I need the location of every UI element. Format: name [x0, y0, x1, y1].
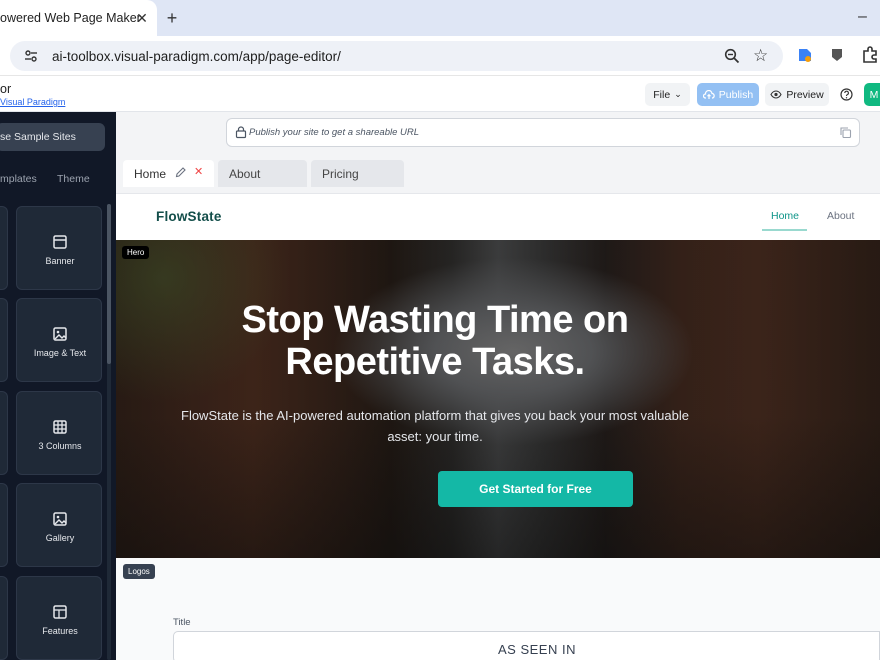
preview-label: Preview	[786, 88, 824, 101]
block-card-partial[interactable]	[0, 576, 8, 660]
title-field[interactable]: AS SEEN IN	[173, 631, 880, 660]
hero-background-image[interactable]	[116, 240, 880, 559]
chevron-down-icon: ⌄	[674, 89, 682, 99]
page-tab-label: About	[229, 166, 261, 181]
hero-overlay	[116, 240, 880, 559]
more-button[interactable]: M	[864, 83, 880, 106]
preview-button[interactable]: Preview	[765, 83, 829, 106]
block-card-gallery[interactable]: Gallery	[16, 483, 102, 567]
extensions-puzzle-icon[interactable]	[861, 46, 879, 64]
banner-icon	[53, 235, 67, 249]
url-text: ai-toolbox.visual-paradigm.com/app/page-…	[52, 49, 341, 64]
browser-tab[interactable]: owered Web Page Maker ✕	[0, 0, 157, 36]
copy-icon[interactable]	[839, 126, 852, 139]
file-menu-button[interactable]: File ⌄	[645, 83, 690, 106]
brand-link[interactable]: Visual Paradigm	[0, 97, 65, 107]
browser-toolbar: ai-toolbox.visual-paradigm.com/app/page-…	[0, 36, 880, 76]
site-logo[interactable]: FlowState	[156, 209, 222, 224]
minimize-icon[interactable]: –	[858, 8, 867, 26]
hero-title[interactable]: Stop Wasting Time on Repetitive Tasks.	[0, 299, 780, 383]
app-header: or Visual Paradigm File ⌄ Publish Previe…	[0, 77, 880, 112]
tab-templates[interactable]: mplates	[0, 173, 37, 185]
zoom-icon[interactable]	[724, 48, 740, 64]
extension-shield-icon[interactable]	[830, 48, 844, 62]
browser-tab-title: owered Web Page Maker	[0, 11, 141, 25]
pencil-icon[interactable]	[175, 167, 186, 178]
get-started-button[interactable]: Get Started for Free	[438, 471, 633, 507]
help-icon	[839, 88, 853, 101]
blocks-sidebar: se Sample Sites mplates Theme Banner Ima…	[0, 112, 116, 660]
block-card-banner[interactable]: Banner	[16, 206, 102, 290]
new-tab-icon[interactable]: +	[163, 8, 181, 28]
hero-subtitle-line-1: FlowState is the AI-powered automation p…	[181, 408, 689, 423]
block-card-features[interactable]: Features	[16, 576, 102, 660]
title-field-value: AS SEEN IN	[498, 642, 576, 657]
hero-title-line-2: Repetitive Tasks.	[285, 341, 585, 383]
site-info-icon[interactable]	[24, 49, 38, 63]
hero-subtitle[interactable]: FlowState is the AI-powered automation p…	[0, 405, 780, 447]
hero-title-line-1: Stop Wasting Time on	[241, 299, 629, 341]
logos-section-tag: Logos	[123, 564, 155, 579]
hero-subtitle-line-2: asset: your time.	[387, 429, 483, 444]
cloud-upload-icon	[702, 89, 715, 99]
share-url-field[interactable]: Publish your site to get a shareable URL	[226, 118, 860, 147]
block-label: Banner	[45, 256, 75, 266]
nav-active-indicator	[762, 229, 807, 231]
share-url-placeholder: Publish your site to get a shareable URL	[249, 127, 420, 138]
page-tab-home[interactable]: Home ✕	[123, 160, 214, 187]
gallery-icon	[53, 512, 67, 526]
app-name: or	[0, 82, 12, 96]
eye-icon	[770, 90, 782, 99]
site-nav-about[interactable]: About	[827, 210, 854, 222]
browser-tab-strip: owered Web Page Maker ✕ + –	[0, 0, 880, 36]
page-tab-pricing[interactable]: Pricing	[311, 160, 404, 187]
page-tab-label: Home	[134, 166, 167, 181]
address-bar[interactable]: ai-toolbox.visual-paradigm.com/app/page-…	[10, 41, 783, 71]
extension-icon[interactable]	[797, 47, 813, 63]
title-field-label: Title	[173, 617, 191, 628]
block-label: Gallery	[45, 533, 75, 543]
features-icon	[53, 605, 67, 619]
publish-label: Publish	[718, 88, 754, 101]
publish-button[interactable]: Publish	[697, 83, 759, 106]
tab-theme[interactable]: Theme	[57, 173, 90, 185]
page-tab-about[interactable]: About	[218, 160, 307, 187]
page-tab-label: Pricing	[322, 166, 359, 181]
hero-section-tag: Hero	[122, 246, 150, 259]
help-button[interactable]	[836, 83, 856, 106]
site-nav-home[interactable]: Home	[771, 210, 799, 222]
sample-sites-button[interactable]: se Sample Sites	[0, 123, 105, 151]
block-card-partial[interactable]	[0, 483, 8, 567]
delete-page-icon[interactable]: ✕	[194, 165, 203, 178]
bookmark-star-icon[interactable]: ☆	[753, 46, 768, 66]
file-label: File	[653, 88, 671, 101]
lock-icon	[235, 126, 247, 139]
block-label: Features	[42, 626, 78, 636]
close-tab-icon[interactable]: ✕	[133, 9, 151, 27]
block-card-partial[interactable]	[0, 206, 8, 290]
